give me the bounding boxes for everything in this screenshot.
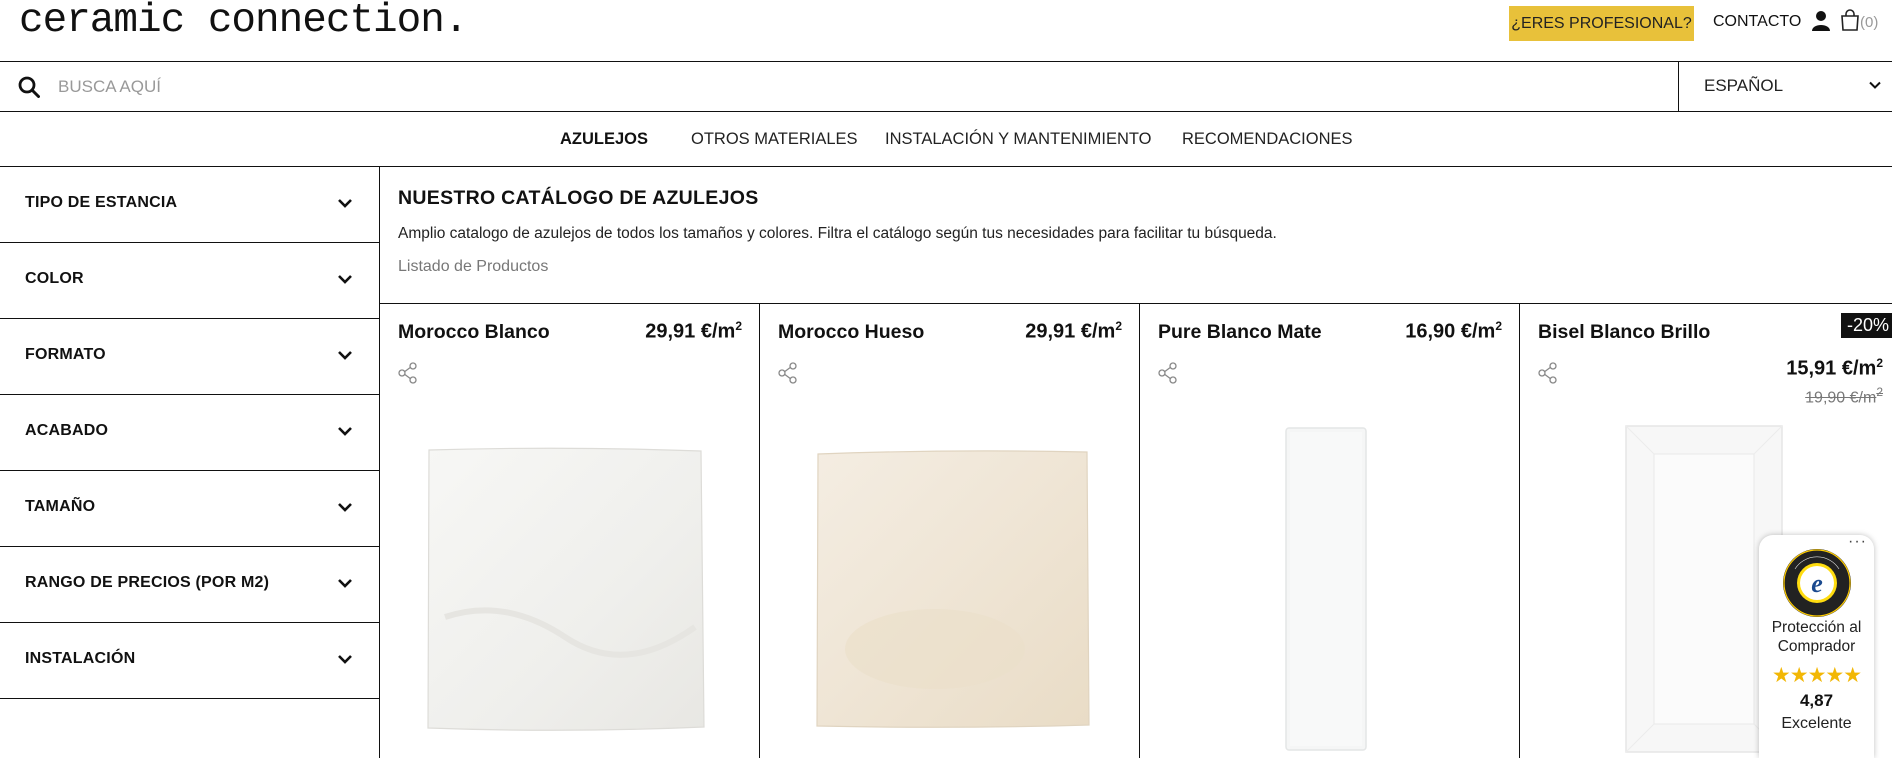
chevron-down-icon bbox=[338, 199, 352, 208]
product-name[interactable]: Pure Blanco Mate bbox=[1158, 321, 1322, 344]
language-select[interactable]: ESPAÑOL bbox=[1678, 62, 1892, 111]
site-header: ceramic connection. ¿ERES PROFESIONAL? C… bbox=[0, 0, 1892, 61]
share-icon[interactable] bbox=[1538, 362, 1558, 384]
product-card[interactable]: Pure Blanco Mate 16,90 €/m2 bbox=[1140, 304, 1520, 758]
product-image[interactable] bbox=[1284, 426, 1368, 752]
product-price: 29,91 €/m2 bbox=[645, 319, 742, 343]
language-label: ESPAÑOL bbox=[1704, 76, 1784, 95]
buyer-protection-text: Protección al Comprador bbox=[1771, 619, 1862, 655]
share-icon[interactable] bbox=[398, 362, 418, 384]
contact-link[interactable]: CONTACTO bbox=[1713, 13, 1801, 31]
product-name[interactable]: Bisel Blanco Brillo bbox=[1538, 321, 1710, 344]
nav-item-instalacion[interactable]: INSTALACIÓN Y MANTENIMIENTO bbox=[885, 130, 1152, 149]
catalog-subtitle: Listado de Productos bbox=[398, 258, 549, 275]
filter-instalacion[interactable]: INSTALACIÓN bbox=[0, 623, 379, 699]
product-image[interactable] bbox=[425, 447, 705, 732]
share-icon[interactable] bbox=[778, 362, 798, 384]
svg-text:e: e bbox=[1811, 569, 1823, 598]
chevron-down-icon bbox=[338, 275, 352, 284]
filter-sidebar: TIPO DE ESTANCIA COLOR FORMATO ACABADO T… bbox=[0, 167, 380, 758]
filter-color[interactable]: COLOR bbox=[0, 243, 379, 319]
search-icon[interactable] bbox=[18, 76, 40, 98]
product-card[interactable]: Morocco Blanco 29,91 €/m2 bbox=[380, 304, 760, 758]
trusted-shops-widget[interactable]: ··· e Protección al Comprador ★★★★★ 4,87… bbox=[1759, 533, 1874, 758]
filter-label: RANGO DE PRECIOS (POR M2) bbox=[25, 574, 270, 591]
professional-button[interactable]: ¿ERES PROFESIONAL? bbox=[1509, 6, 1694, 41]
nav-item-recomendaciones[interactable]: RECOMENDACIONES bbox=[1182, 130, 1353, 149]
discount-badge: -20% bbox=[1840, 313, 1892, 338]
rating-label: Excelente bbox=[1781, 715, 1852, 732]
chevron-down-icon bbox=[338, 655, 352, 664]
filter-tamano[interactable]: TAMAÑO bbox=[0, 471, 379, 547]
filter-label: INSTALACIÓN bbox=[25, 650, 136, 667]
share-icon[interactable] bbox=[1158, 362, 1178, 384]
product-image[interactable] bbox=[815, 449, 1090, 729]
chevron-down-icon bbox=[1869, 81, 1881, 89]
product-name[interactable]: Morocco Hueso bbox=[778, 321, 924, 344]
shopping-bag-icon bbox=[1841, 9, 1859, 31]
filter-label: FORMATO bbox=[25, 346, 106, 363]
site-logo[interactable]: ceramic connection. bbox=[19, 0, 468, 44]
search-input[interactable] bbox=[58, 72, 1658, 102]
nav-item-azulejos[interactable]: AZULEJOS bbox=[560, 130, 648, 149]
page-title: NUESTRO CATÁLOGO DE AZULEJOS bbox=[398, 187, 759, 209]
chevron-down-icon bbox=[338, 579, 352, 588]
main-nav: AZULEJOS OTROS MATERIALES INSTALACIÓN Y … bbox=[0, 112, 1892, 167]
filter-rango-precios[interactable]: RANGO DE PRECIOS (POR M2) bbox=[0, 547, 379, 623]
search-bar: ESPAÑOL bbox=[0, 61, 1892, 112]
filter-formato[interactable]: FORMATO bbox=[0, 319, 379, 395]
product-price: 15,91 €/m2 bbox=[1786, 356, 1883, 380]
old-price: 19,90 €/m2 bbox=[1805, 385, 1883, 407]
nav-item-otros-materiales[interactable]: OTROS MATERIALES bbox=[691, 130, 858, 149]
cart-count: (0) bbox=[1860, 14, 1879, 31]
product-grid: Morocco Blanco 29,91 €/m2 Morocco Hueso … bbox=[380, 303, 1892, 758]
product-price: 16,90 €/m2 bbox=[1405, 319, 1502, 343]
product-card[interactable]: Morocco Hueso 29,91 €/m2 bbox=[760, 304, 1140, 758]
filter-tipo-estancia[interactable]: TIPO DE ESTANCIA bbox=[0, 167, 379, 243]
rating-stars: ★★★★★ bbox=[1771, 664, 1862, 687]
chevron-down-icon bbox=[338, 503, 352, 512]
filter-label: TIPO DE ESTANCIA bbox=[25, 194, 178, 211]
chevron-down-icon bbox=[338, 351, 352, 360]
product-price: 29,91 €/m2 bbox=[1025, 319, 1122, 343]
rating-score: 4,87 bbox=[1799, 691, 1834, 710]
filter-acabado[interactable]: ACABADO bbox=[0, 395, 379, 471]
chevron-down-icon bbox=[338, 427, 352, 436]
filter-label: TAMAÑO bbox=[25, 498, 96, 515]
cart-button[interactable]: (0) bbox=[1840, 9, 1878, 33]
user-icon[interactable] bbox=[1812, 10, 1830, 32]
filter-label: COLOR bbox=[25, 270, 84, 287]
product-name[interactable]: Morocco Blanco bbox=[398, 321, 550, 344]
catalog-description: Amplio catalogo de azulejos de todos los… bbox=[398, 225, 1277, 242]
filter-label: ACABADO bbox=[25, 422, 109, 439]
trusted-shops-seal-icon: e bbox=[1783, 549, 1851, 617]
